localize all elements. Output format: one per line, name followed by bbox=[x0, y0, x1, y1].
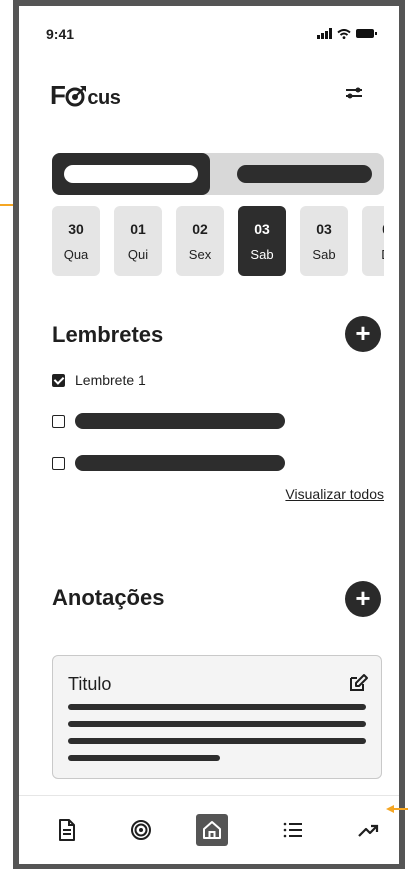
nav-goals[interactable] bbox=[125, 814, 157, 846]
day-weekday: Sab bbox=[312, 247, 336, 262]
document-icon bbox=[59, 819, 75, 841]
day-item-selected[interactable]: 03 Sab bbox=[238, 206, 286, 276]
toggle-label-placeholder bbox=[64, 165, 198, 183]
reminder-checkbox[interactable] bbox=[52, 456, 65, 470]
reminder-item[interactable] bbox=[52, 455, 285, 471]
nav-list[interactable] bbox=[277, 814, 309, 846]
app-logo: F cus bbox=[50, 80, 121, 110]
note-title: Titulo bbox=[68, 674, 112, 694]
edit-icon[interactable] bbox=[347, 672, 369, 694]
reminder-item[interactable]: Lembrete 1 bbox=[52, 372, 146, 388]
note-text-placeholder bbox=[68, 704, 366, 710]
day-item[interactable]: 30 Qua bbox=[52, 206, 100, 276]
home-icon bbox=[203, 821, 221, 839]
day-number: 01 bbox=[130, 221, 146, 237]
day-number: 02 bbox=[192, 221, 208, 237]
wifi-icon bbox=[337, 28, 351, 39]
notes-title: Anotações bbox=[52, 585, 165, 610]
add-reminder-button[interactable]: + bbox=[345, 316, 381, 352]
target-logo-icon bbox=[65, 86, 87, 107]
toggle-option-active[interactable] bbox=[52, 153, 210, 195]
battery-icon bbox=[356, 29, 377, 38]
reminders-title: Lembretes bbox=[52, 322, 164, 347]
list-icon bbox=[283, 822, 302, 838]
bottom-nav bbox=[19, 795, 399, 864]
note-card[interactable]: Titulo bbox=[52, 655, 382, 779]
view-toggle[interactable] bbox=[52, 153, 384, 195]
day-number: 30 bbox=[68, 221, 84, 237]
reminder-checkbox[interactable] bbox=[52, 373, 65, 387]
filter-icon[interactable] bbox=[343, 82, 365, 104]
note-text-placeholder bbox=[68, 755, 220, 761]
day-number: 03 bbox=[316, 221, 332, 237]
status-time: 9:41 bbox=[46, 26, 75, 42]
nav-progress[interactable] bbox=[352, 814, 384, 846]
day-weekday: Qui bbox=[127, 247, 149, 262]
reminder-label: Lembrete 1 bbox=[75, 372, 146, 388]
day-item[interactable]: 0 D bbox=[362, 206, 384, 276]
reminder-item[interactable] bbox=[52, 413, 285, 429]
view-all-link[interactable]: Visualizar todos bbox=[285, 486, 384, 502]
day-selector: 30 Qua 01 Qui 02 Sex 03 Sab 03 Sab 0 D bbox=[52, 206, 384, 276]
day-weekday: Qua bbox=[63, 247, 89, 262]
annotation-arrow-right bbox=[386, 805, 408, 813]
day-weekday: Sab bbox=[250, 247, 274, 262]
day-number: 03 bbox=[254, 221, 270, 237]
reminder-placeholder bbox=[75, 455, 285, 471]
status-icons bbox=[317, 28, 377, 39]
day-item[interactable]: 02 Sex bbox=[176, 206, 224, 276]
target-icon bbox=[131, 820, 151, 840]
signal-icon bbox=[317, 28, 332, 39]
note-text-placeholder bbox=[68, 721, 366, 727]
toggle-option-inactive[interactable] bbox=[237, 165, 372, 183]
day-item[interactable]: 01 Qui bbox=[114, 206, 162, 276]
day-weekday: Sex bbox=[188, 247, 212, 262]
day-item[interactable]: 03 Sab bbox=[300, 206, 348, 276]
reminder-checkbox[interactable] bbox=[52, 414, 65, 428]
nav-documents[interactable] bbox=[51, 814, 83, 846]
add-note-button[interactable]: + bbox=[345, 581, 381, 617]
day-weekday: D bbox=[362, 247, 384, 262]
trending-icon bbox=[358, 824, 379, 837]
nav-home[interactable] bbox=[196, 814, 228, 846]
day-number: 0 bbox=[362, 221, 384, 237]
note-text-placeholder bbox=[68, 738, 366, 744]
reminder-placeholder bbox=[75, 413, 285, 429]
